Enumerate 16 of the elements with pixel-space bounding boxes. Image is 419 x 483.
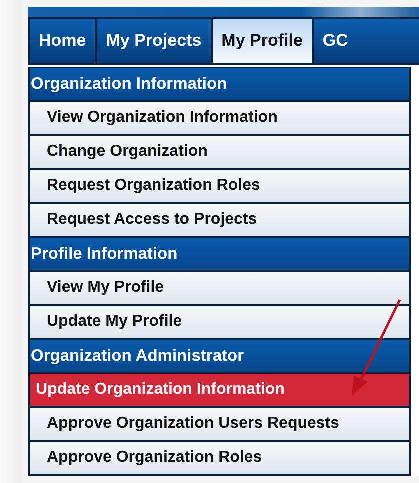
menu-item[interactable]: Approve Organization Users Requests [30, 408, 409, 440]
nav-tab[interactable]: GC [314, 19, 419, 63]
menu-item[interactable]: Approve Organization Roles [30, 442, 409, 474]
section-header: Organization Information [30, 68, 409, 100]
nav-tab[interactable]: My Projects [97, 19, 211, 63]
section-header: Organization Administrator [30, 340, 409, 372]
nav-tab[interactable]: My Profile [212, 19, 312, 63]
nav-tab[interactable]: Home [30, 19, 96, 63]
menu-item[interactable]: Update My Profile [30, 306, 409, 338]
section-header: Profile Information [30, 238, 409, 270]
menu-item[interactable]: Request Access to Projects [30, 204, 409, 236]
menu-item[interactable]: View My Profile [30, 272, 409, 304]
menu-item[interactable]: Change Organization [30, 136, 409, 168]
menu-item[interactable]: Update Organization Information [30, 374, 409, 406]
menu-item[interactable]: Request Organization Roles [30, 170, 409, 202]
menu-item[interactable]: View Organization Information [30, 102, 409, 134]
